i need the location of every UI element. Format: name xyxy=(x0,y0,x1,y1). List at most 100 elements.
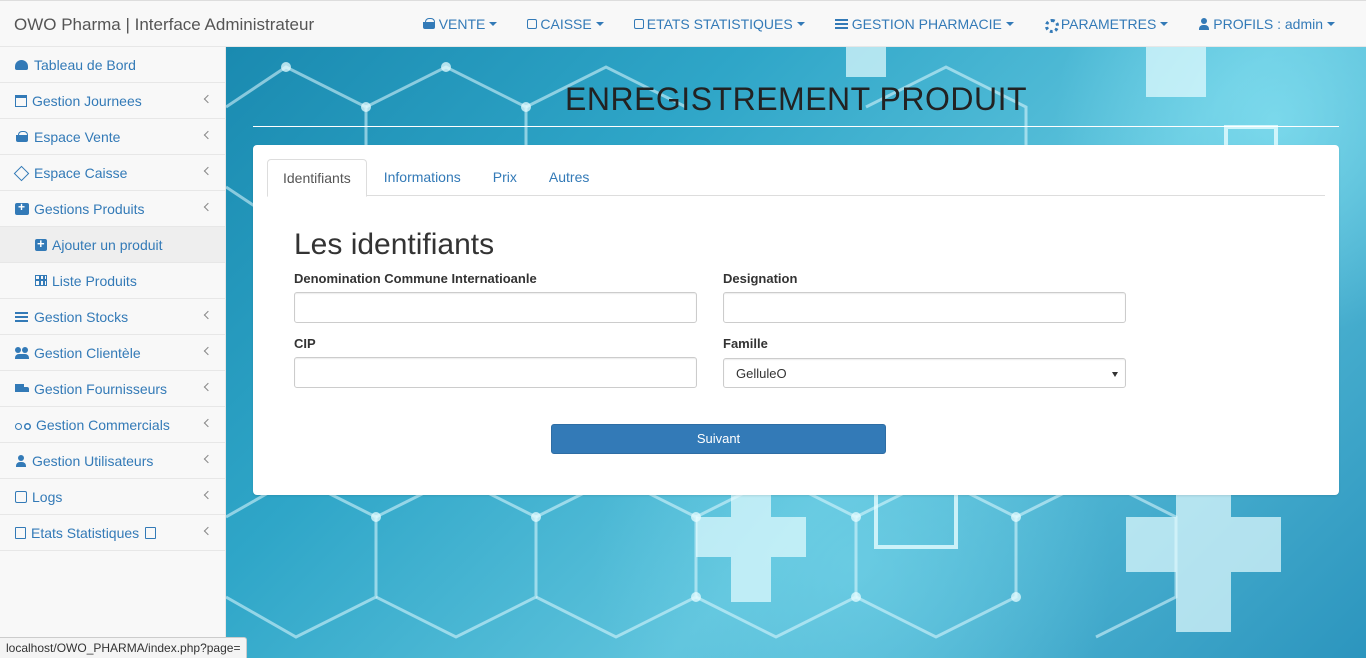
user-icon xyxy=(15,454,27,467)
calendar-icon xyxy=(15,94,27,107)
stats-icon xyxy=(633,19,644,29)
motorcycle-icon xyxy=(15,419,31,431)
basket-icon xyxy=(15,130,29,143)
famille-select[interactable]: GelluleO xyxy=(723,358,1126,388)
sidebar-item-label: Logs xyxy=(32,488,63,505)
dropdown-arrow-icon xyxy=(1112,372,1118,377)
tab-prix[interactable]: Prix xyxy=(478,159,532,196)
nav-gestion-pharmacie[interactable]: GESTION PHARMACIE xyxy=(820,1,1029,47)
designation-input[interactable] xyxy=(723,292,1126,323)
sidebar-item-ajouter-produit[interactable]: Ajouter un produit xyxy=(0,227,225,263)
sidebar-item-label: Gestion Clientèle xyxy=(34,344,141,361)
nav-profils-label: PROFILS : admin xyxy=(1213,16,1323,32)
basket-icon xyxy=(422,18,436,30)
chevron-left-icon xyxy=(203,346,213,356)
users-icon xyxy=(15,346,29,359)
caret-down-icon xyxy=(595,22,604,26)
nav-etats-statistiques[interactable]: ETATS STATISTIQUES xyxy=(619,1,820,47)
famille-selected-value: GelluleO xyxy=(736,366,787,381)
sidebar-item-label: Gestion Fournisseurs xyxy=(34,380,168,397)
main-content: ENREGISTREMENT PRODUIT Identifiants Info… xyxy=(226,47,1366,658)
cip-input[interactable] xyxy=(294,357,697,388)
sidebar-item-gestion-stocks[interactable]: Gestion Stocks xyxy=(0,299,225,335)
sidebar-item-liste-produits[interactable]: Liste Produits xyxy=(0,263,225,299)
sidebar-item-label: Liste Produits xyxy=(52,272,137,289)
app-brand[interactable]: OWO Pharma | Interface Administrateur xyxy=(14,15,314,35)
sidebar-item-label: Tableau de Bord xyxy=(34,56,136,73)
sidebar: Tableau de Bord Gestion Journees Espace … xyxy=(0,47,226,658)
section-title: Les identifiants xyxy=(294,228,495,261)
dashboard-icon xyxy=(15,59,29,71)
chevron-left-icon xyxy=(203,94,213,104)
sidebar-item-label: Gestion Utilisateurs xyxy=(32,452,154,469)
sidebar-item-espace-vente[interactable]: Espace Vente xyxy=(0,119,225,155)
suivant-button[interactable]: Suivant xyxy=(551,424,886,454)
sidebar-item-label: Ajouter un produit xyxy=(52,236,163,253)
sidebar-item-gestions-produits[interactable]: Gestions Produits xyxy=(0,191,225,227)
sidebar-item-gestion-fournisseurs[interactable]: Gestion Fournisseurs xyxy=(0,371,225,407)
caret-down-icon xyxy=(1005,22,1014,26)
sidebar-item-gestion-utilisateurs[interactable]: Gestion Utilisateurs xyxy=(0,443,225,479)
sidebar-item-gestion-commercials[interactable]: Gestion Commercials xyxy=(0,407,225,443)
title-divider xyxy=(253,126,1339,127)
chevron-left-icon xyxy=(203,382,213,392)
sidebar-item-label: Gestion Stocks xyxy=(34,308,129,325)
designation-label: Designation xyxy=(723,271,798,286)
caret-down-icon xyxy=(489,22,498,26)
sidebar-item-label: Espace Vente xyxy=(34,128,121,145)
tab-autres[interactable]: Autres xyxy=(534,159,604,196)
chevron-left-icon xyxy=(203,526,213,536)
nav-parametres[interactable]: PARAMETRES xyxy=(1029,1,1183,47)
nav-etats-label: ETATS STATISTIQUES xyxy=(646,16,793,32)
product-form-panel: Identifiants Informations Prix Autres Le… xyxy=(253,145,1339,495)
clone-icon xyxy=(15,490,27,503)
sidebar-item-tableau-de-bord[interactable]: Tableau de Bord xyxy=(0,47,225,83)
nav-vente-label: VENTE xyxy=(438,16,486,32)
tab-informations[interactable]: Informations xyxy=(369,159,476,196)
cip-label: CIP xyxy=(294,336,316,351)
nav-caisse-label: CAISSE xyxy=(540,16,592,32)
sidebar-item-label: Gestion Commercials xyxy=(36,416,170,433)
nav-gestion-label: GESTION PHARMACIE xyxy=(851,16,1002,32)
top-navbar: OWO Pharma | Interface Administrateur VE… xyxy=(0,0,1366,47)
chevron-left-icon xyxy=(203,130,213,140)
dci-input[interactable] xyxy=(294,292,697,323)
sidebar-item-gestion-journees[interactable]: Gestion Journees xyxy=(0,83,225,119)
chevron-left-icon xyxy=(203,310,213,320)
nav-parametres-label: PARAMETRES xyxy=(1060,16,1157,32)
sidebar-item-etats-statistiques[interactable]: Etats Statistiques xyxy=(0,515,225,551)
nav-profils[interactable]: PROFILS : admin xyxy=(1183,1,1350,47)
tab-identifiants[interactable]: Identifiants xyxy=(267,159,367,197)
sidebar-item-espace-caisse[interactable]: Espace Caisse xyxy=(0,155,225,191)
medkit-icon xyxy=(15,200,29,215)
file-pdf-icon xyxy=(145,526,157,539)
sidebar-item-gestion-clientele[interactable]: Gestion Clientèle xyxy=(0,335,225,371)
form-tabs: Identifiants Informations Prix Autres xyxy=(267,159,1325,197)
sidebar-item-label: Gestion Journees xyxy=(32,92,142,109)
table-icon xyxy=(35,275,47,286)
list-icon xyxy=(15,311,29,323)
list-icon xyxy=(834,18,849,30)
plus-square-icon xyxy=(35,236,47,251)
sidebar-item-label: Espace Caisse xyxy=(34,164,128,181)
dci-label: Denomination Commune Internatioanle xyxy=(294,271,537,286)
chevron-left-icon xyxy=(203,454,213,464)
chevron-left-icon xyxy=(203,166,213,176)
truck-icon xyxy=(15,383,29,395)
nav-caisse[interactable]: CAISSE xyxy=(512,1,618,47)
top-nav-menu: VENTE CAISSE ETATS STATISTIQUES GESTION … xyxy=(407,1,1350,47)
file-excel-icon xyxy=(15,526,26,539)
user-icon xyxy=(1198,18,1210,30)
diamond-icon xyxy=(15,167,29,179)
sidebar-item-logs[interactable]: Logs xyxy=(0,479,225,515)
gears-icon xyxy=(1044,18,1059,33)
caret-down-icon xyxy=(796,22,805,26)
chevron-left-icon xyxy=(203,202,213,212)
sidebar-item-label: Gestions Produits xyxy=(34,200,145,217)
register-icon xyxy=(527,19,538,29)
caret-down-icon xyxy=(1160,22,1169,26)
page-title: ENREGISTREMENT PRODUIT xyxy=(565,81,1027,117)
nav-vente[interactable]: VENTE xyxy=(407,1,513,47)
sidebar-item-label: Etats Statistiques xyxy=(31,524,140,541)
chevron-left-icon xyxy=(203,490,213,500)
